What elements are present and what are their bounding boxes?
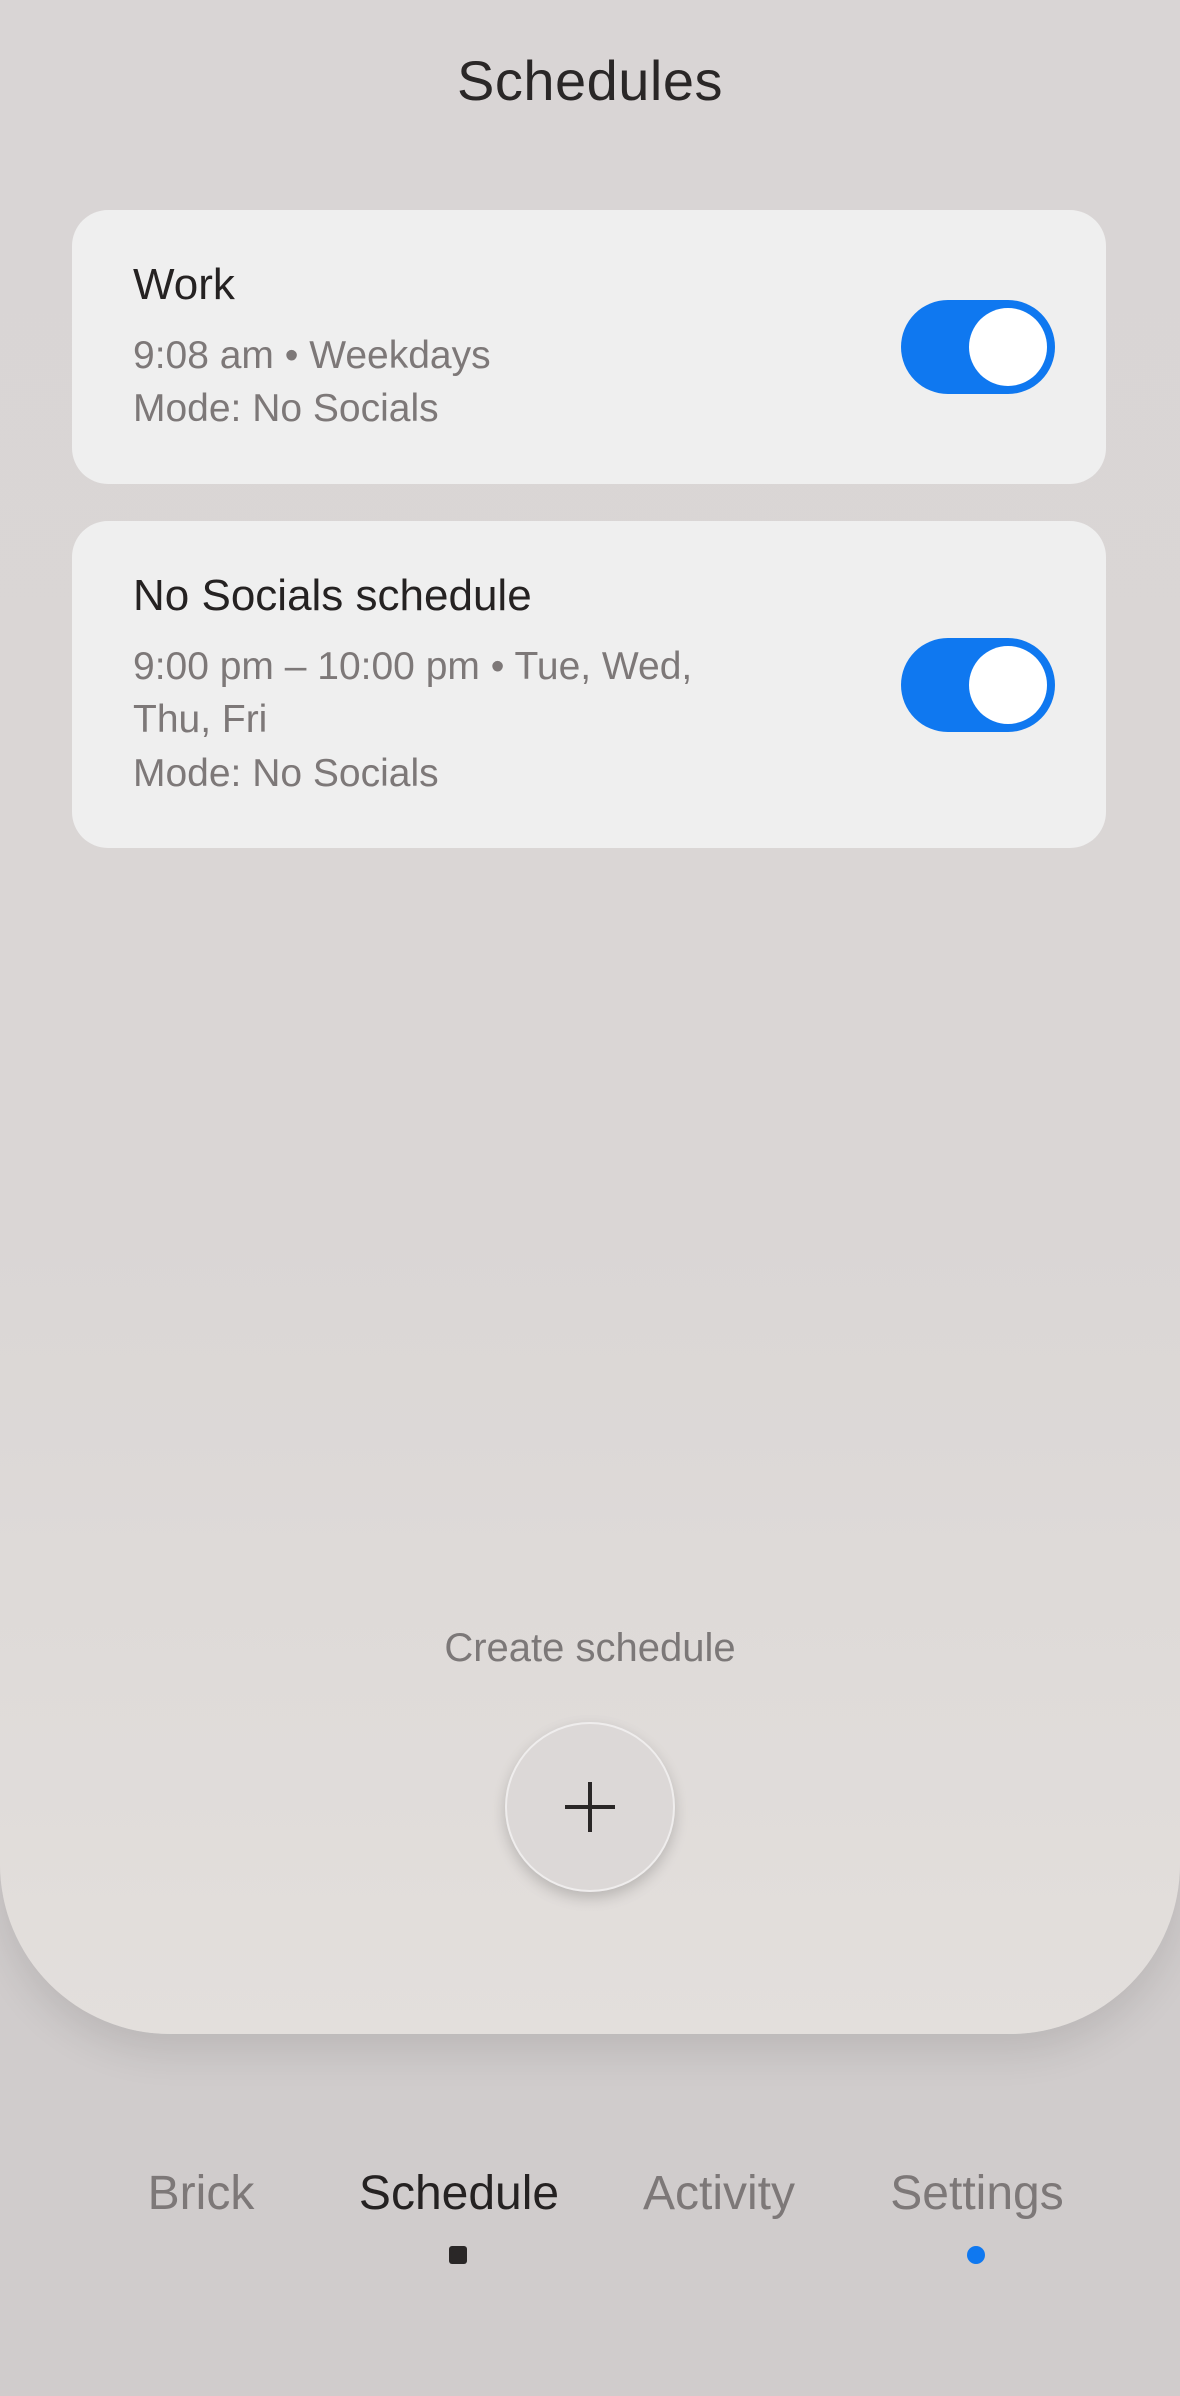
schedule-time: 9:00 pm – 10:00 pm • Tue, Wed,	[133, 645, 693, 688]
schedule-card-no-socials[interactable]: No Socials schedule 9:00 pm – 10:00 pm •…	[72, 521, 1106, 848]
screen-panel: Schedules Work 9:08 am • Weekdays Mode: …	[0, 0, 1180, 2034]
schedule-card-work[interactable]: Work 9:08 am • Weekdays Mode: No Socials	[72, 210, 1106, 484]
notification-dot	[967, 2246, 985, 2264]
nav-item-brick[interactable]: Brick	[81, 2166, 321, 2221]
page-title: Schedules	[456, 49, 723, 112]
active-tab-indicator	[449, 2246, 467, 2264]
toggle-knob	[969, 646, 1047, 724]
nav-item-schedule[interactable]: Schedule	[339, 2166, 579, 2264]
schedule-mode: Mode: No Socials	[133, 752, 439, 795]
schedule-title: Work	[133, 260, 235, 309]
schedule-mode: Mode: No Socials	[133, 387, 439, 430]
create-schedule-label: Create schedule	[444, 1626, 736, 1670]
schedule-toggle-no-socials[interactable]	[901, 638, 1055, 732]
toggle-knob	[969, 308, 1047, 386]
schedule-toggle-work[interactable]	[901, 300, 1055, 394]
create-schedule-button[interactable]	[505, 1722, 675, 1892]
schedule-time: 9:08 am • Weekdays	[133, 334, 491, 377]
nav-item-label: Activity	[642, 2167, 795, 2220]
schedule-days: Thu, Fri	[133, 698, 268, 741]
nav-item-activity[interactable]: Activity	[599, 2166, 839, 2221]
nav-item-label: Brick	[147, 2167, 255, 2220]
nav-item-label: Settings	[890, 2167, 1064, 2220]
nav-item-settings[interactable]: Settings	[857, 2166, 1097, 2264]
nav-item-label: Schedule	[358, 2167, 560, 2220]
bottom-navigation: Brick Schedule Activity Settings	[0, 2166, 1180, 2286]
schedule-title: No Socials schedule	[133, 571, 532, 620]
